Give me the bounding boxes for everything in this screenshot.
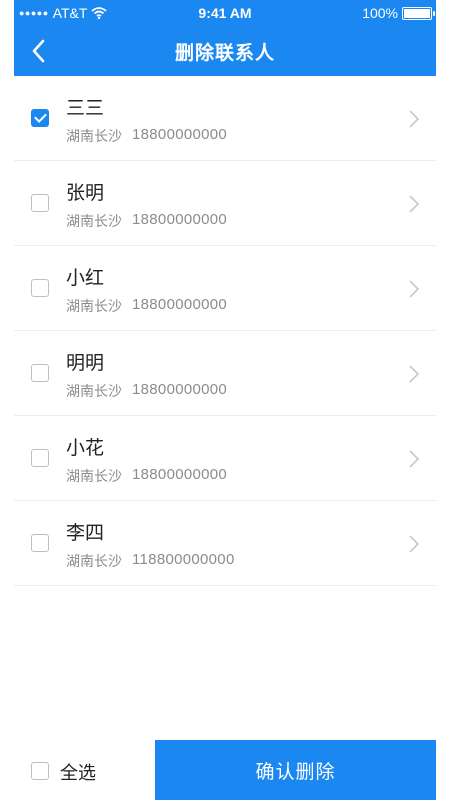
row-checkbox[interactable] — [31, 109, 49, 127]
contact-name: 小红 — [66, 267, 105, 289]
contact-row[interactable]: 明明 湖南长沙 18800000000 — [14, 331, 436, 416]
row-checkbox[interactable] — [31, 449, 49, 467]
select-all-label[interactable]: 全选 — [60, 759, 96, 785]
contact-row[interactable]: 张明 湖南长沙 18800000000 — [14, 161, 436, 246]
contact-row[interactable]: 小花 湖南长沙 18800000000 — [14, 416, 436, 501]
status-bar: ●●●●● AT&T 9:41 AM 100% — [14, 0, 436, 26]
contact-phone: 18800000000 — [132, 381, 228, 398]
contact-row[interactable]: 小红 湖南长沙 18800000000 — [14, 246, 436, 331]
contact-row[interactable]: 三三 湖南长沙 18800000000 — [14, 76, 436, 161]
contact-details: 湖南长沙 18800000000 — [66, 211, 227, 231]
contact-location: 湖南长沙 — [66, 299, 122, 315]
contact-details: 湖南长沙 18800000000 — [66, 126, 227, 146]
row-checkbox[interactable] — [31, 279, 49, 297]
confirm-delete-button[interactable]: 确认删除 — [155, 740, 436, 800]
contact-name: 张明 — [66, 182, 105, 204]
contact-list: 三三 湖南长沙 18800000000 张明 湖南长沙 18800000000 … — [14, 76, 436, 586]
contact-details: 湖南长沙 18800000000 — [66, 296, 227, 316]
chevron-right-icon[interactable] — [408, 364, 420, 384]
chevron-right-icon[interactable] — [408, 534, 420, 554]
contact-phone: 18800000000 — [132, 211, 228, 228]
chevron-right-icon[interactable] — [408, 194, 420, 214]
contact-details: 湖南长沙 18800000000 — [66, 466, 227, 486]
chevron-right-icon[interactable] — [408, 449, 420, 469]
contact-details: 湖南长沙 18800000000 — [66, 381, 227, 401]
contact-location: 湖南长沙 — [66, 554, 122, 570]
page-title: 删除联系人 — [174, 42, 275, 64]
contact-name: 李四 — [66, 522, 105, 544]
contact-location: 湖南长沙 — [66, 384, 122, 400]
row-checkbox[interactable] — [31, 364, 49, 382]
chevron-right-icon[interactable] — [408, 109, 420, 129]
row-checkbox[interactable] — [31, 194, 49, 212]
status-right: 100% — [362, 5, 435, 21]
contact-location: 湖南长沙 — [66, 214, 122, 230]
contact-phone: 18800000000 — [132, 296, 228, 313]
contact-name: 小花 — [66, 437, 105, 459]
select-all-checkbox[interactable] — [31, 762, 49, 780]
contact-location: 湖南长沙 — [66, 129, 122, 145]
contact-name: 明明 — [66, 352, 105, 374]
contact-phone: 118800000000 — [132, 551, 235, 568]
contact-phone: 18800000000 — [132, 126, 228, 143]
row-checkbox[interactable] — [31, 534, 49, 552]
contact-details: 湖南长沙 118800000000 — [66, 551, 235, 571]
battery-icon — [402, 6, 435, 20]
contact-row[interactable]: 李四 湖南长沙 118800000000 — [14, 501, 436, 586]
nav-bar: 删除联系人 — [14, 26, 436, 76]
top-bar: ●●●●● AT&T 9:41 AM 100% 删除联系人 — [14, 0, 436, 76]
chevron-right-icon[interactable] — [408, 279, 420, 299]
battery-percent: 100% — [362, 5, 398, 21]
contact-phone: 18800000000 — [132, 466, 228, 483]
phone-screen: ●●●●● AT&T 9:41 AM 100% 删除联系人 三三 湖南长沙 18… — [14, 0, 436, 800]
contact-name: 三三 — [66, 97, 105, 119]
contact-location: 湖南长沙 — [66, 469, 122, 485]
bottom-bar: 全选 确认删除 — [14, 740, 436, 800]
